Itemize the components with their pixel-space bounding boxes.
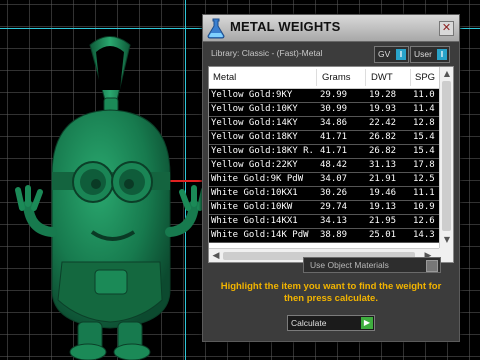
metal-weights-panel: METAL WEIGHTS ✕ Library: Classic - (Fast…	[202, 14, 460, 342]
cell-grams: 30.26	[320, 188, 348, 198]
cell-spg: 12.6	[413, 216, 435, 226]
column-divider	[316, 69, 317, 86]
column-header-metal[interactable]: Metal	[213, 72, 236, 83]
table-row[interactable]: White Gold:10KX1 30.26 19.46 11.1	[209, 187, 439, 201]
column-header-grams[interactable]: Grams	[322, 72, 351, 83]
panel-title: METAL WEIGHTS	[230, 19, 341, 34]
cell-dwt: 26.82	[369, 132, 397, 142]
user-toggle[interactable]: User I	[410, 46, 450, 63]
scroll-down-icon[interactable]: ▼	[442, 235, 452, 245]
cell-grams: 48.42	[320, 160, 348, 170]
metal-table[interactable]: Metal Grams DWT SPG Yellow Gold:9KY 29.99…	[208, 66, 454, 263]
cell-grams: 29.99	[320, 90, 348, 100]
vertical-scroll-thumb[interactable]	[442, 81, 451, 231]
table-row[interactable]: White Gold:9K PdW 34.07 21.91 12.5	[209, 173, 439, 187]
cell-metal: Yellow Gold:9KY	[211, 90, 293, 100]
cell-dwt: 22.42	[369, 118, 397, 128]
cell-dwt: 19.46	[369, 188, 397, 198]
cell-metal: Yellow Gold:14KY	[211, 118, 298, 128]
instruction-text: Highlight the item you want to find the …	[220, 281, 442, 304]
cell-dwt: 21.95	[369, 216, 397, 226]
cell-dwt: 31.13	[369, 160, 397, 170]
cell-metal: White Gold:10KX1	[211, 188, 298, 198]
column-header-dwt[interactable]: DWT	[371, 72, 393, 83]
flask-icon	[207, 18, 225, 39]
cell-dwt: 19.13	[369, 202, 397, 212]
cell-grams: 34.86	[320, 118, 348, 128]
cell-metal: White Gold:14KX1	[211, 216, 298, 226]
scroll-left-icon[interactable]: ◀	[211, 251, 221, 261]
library-label: Library: Classic - (Fast)-Metal	[211, 48, 323, 58]
cell-spg: 17.8	[413, 160, 435, 170]
table-header: Metal Grams DWT SPG	[209, 67, 439, 89]
cell-grams: 38.89	[320, 230, 348, 240]
user-toggle-value[interactable]: I	[437, 49, 447, 60]
cell-dwt: 26.82	[369, 146, 397, 156]
cell-spg: 15.4	[413, 132, 435, 142]
column-divider	[410, 69, 411, 86]
table-row[interactable]: Yellow Gold:10KY 30.99 19.93 11.4	[209, 103, 439, 117]
scroll-corner	[439, 248, 453, 262]
cell-spg: 15.4	[413, 146, 435, 156]
cell-spg: 11.4	[413, 104, 435, 114]
close-icon[interactable]: ✕	[439, 21, 454, 36]
cell-metal: Yellow Gold:10KY	[211, 104, 298, 114]
library-bar: Library: Classic - (Fast)-Metal GV I Use…	[203, 45, 459, 63]
cell-spg: 10.9	[413, 202, 435, 212]
calculate-button[interactable]: Calculate ▶	[287, 315, 375, 331]
cell-grams: 41.71	[320, 146, 348, 156]
cell-metal: Yellow Gold:18KY R...	[211, 146, 314, 156]
table-row[interactable]: White Gold:14KX1 34.13 21.95 12.6	[209, 215, 439, 229]
gv-toggle-label: GV	[378, 49, 391, 59]
column-divider	[365, 69, 366, 86]
table-row[interactable]: Yellow Gold:9KY 29.99 19.28 11.0	[209, 89, 439, 103]
calculate-label: Calculate	[291, 318, 327, 328]
cell-grams: 29.74	[320, 202, 348, 212]
cell-dwt: 21.91	[369, 174, 397, 184]
gv-toggle-value[interactable]: I	[396, 49, 406, 60]
cell-grams: 34.07	[320, 174, 348, 184]
cell-metal: White Gold:10KW	[211, 202, 293, 212]
user-toggle-label: User	[414, 49, 432, 59]
cell-spg: 12.8	[413, 118, 435, 128]
cell-grams: 34.13	[320, 216, 348, 226]
cell-grams: 41.71	[320, 132, 348, 142]
scroll-up-icon[interactable]: ▲	[442, 69, 452, 79]
cell-metal: Yellow Gold:22KY	[211, 160, 298, 170]
cell-spg: 12.5	[413, 174, 435, 184]
cell-dwt: 19.93	[369, 104, 397, 114]
gv-toggle[interactable]: GV I	[374, 46, 409, 63]
cell-metal: Yellow Gold:18KY	[211, 132, 298, 142]
table-row[interactable]: Yellow Gold:22KY 48.42 31.13 17.8	[209, 159, 439, 173]
use-object-materials-label: Use Object Materials	[310, 260, 389, 270]
cell-spg: 14.3	[413, 230, 435, 240]
table-row[interactable]: White Gold:10KW 29.74 19.13 10.9	[209, 201, 439, 215]
panel-titlebar[interactable]: METAL WEIGHTS ✕	[203, 15, 459, 42]
play-icon[interactable]: ▶	[361, 317, 373, 329]
cell-spg: 11.0	[413, 90, 435, 100]
use-object-materials-checkbox[interactable]	[426, 260, 438, 272]
cell-grams: 30.99	[320, 104, 348, 114]
table-row[interactable]: White Gold:14K PdW 38.89 25.01 14.3	[209, 229, 439, 243]
cell-metal: White Gold:14K PdW	[211, 230, 309, 240]
cell-metal: White Gold:9K PdW	[211, 174, 304, 184]
cell-dwt: 19.28	[369, 90, 397, 100]
column-header-spg[interactable]: SPG	[415, 72, 435, 83]
table-row[interactable]: Yellow Gold:18KY 41.71 26.82 15.4	[209, 131, 439, 145]
table-row[interactable]: Yellow Gold:14KY 34.86 22.42 12.8	[209, 117, 439, 131]
cell-dwt: 25.01	[369, 230, 397, 240]
cell-spg: 11.1	[413, 188, 435, 198]
vertical-scrollbar[interactable]: ▲ ▼	[439, 67, 453, 248]
use-object-materials-option[interactable]: Use Object Materials	[303, 257, 441, 273]
table-row[interactable]: Yellow Gold:18KY R... 41.71 26.82 15.4	[209, 145, 439, 159]
